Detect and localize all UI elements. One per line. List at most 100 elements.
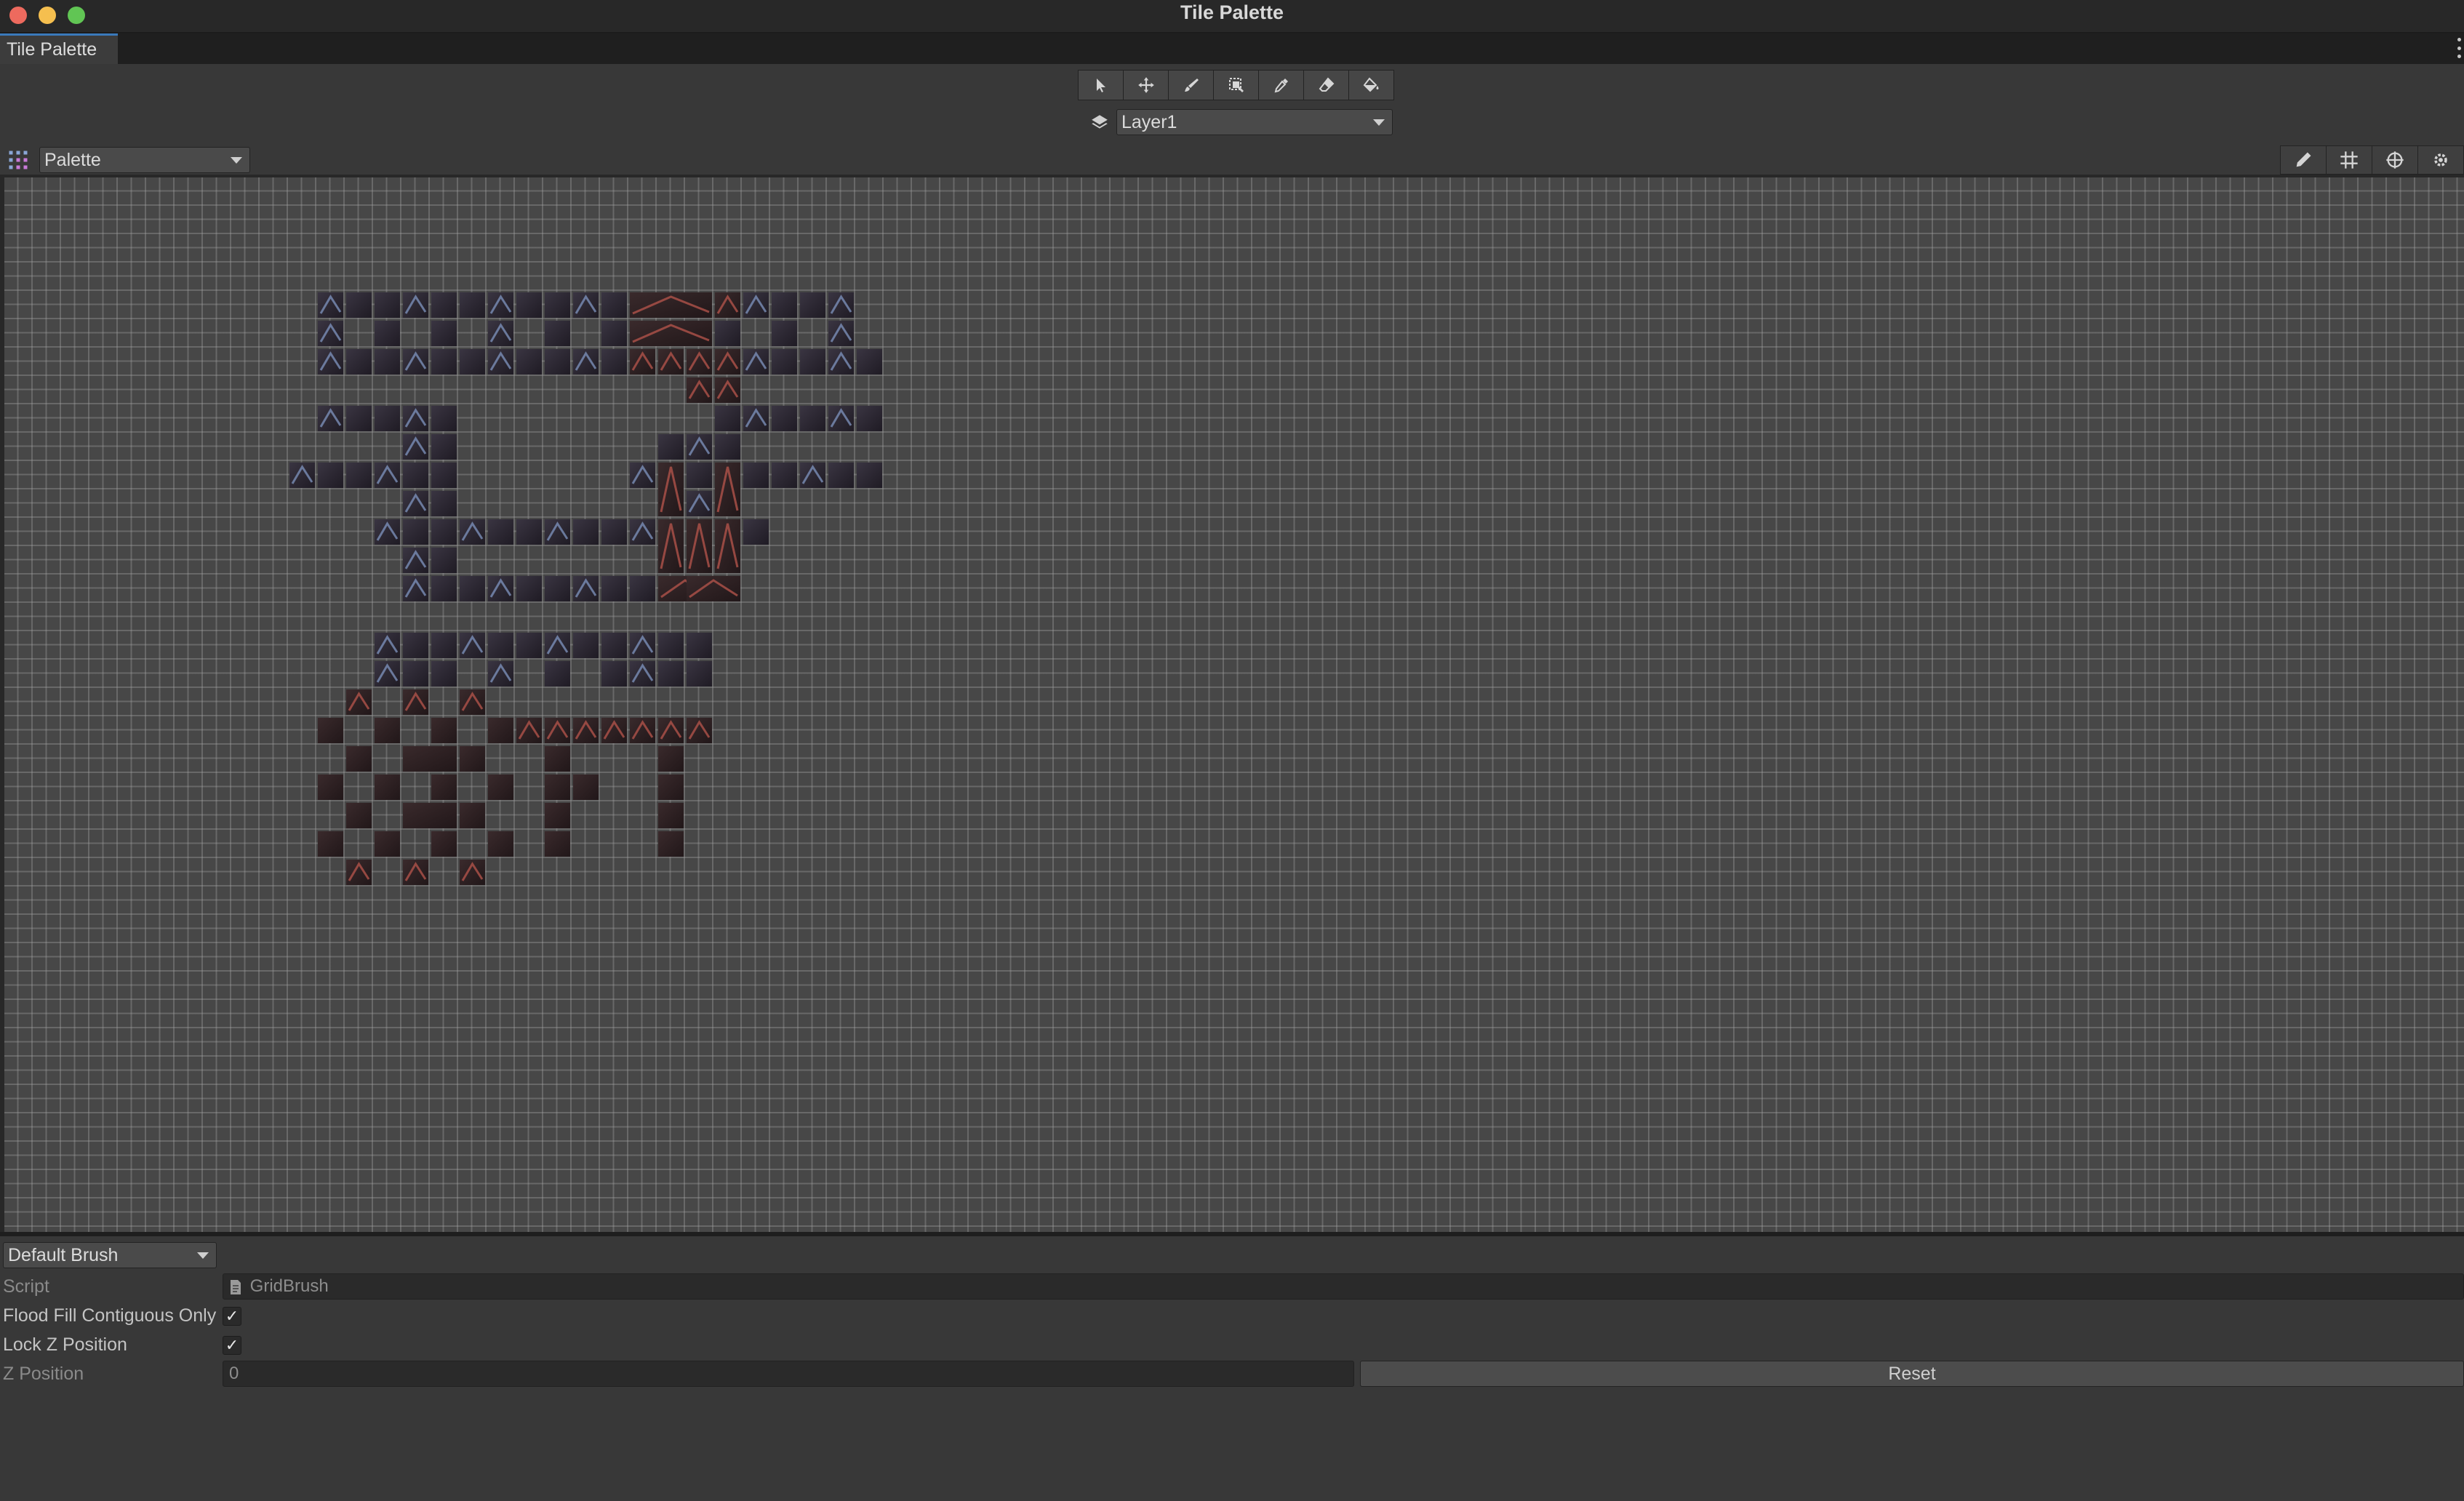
rust-tile[interactable] xyxy=(658,774,684,800)
ice-tile[interactable] xyxy=(800,406,825,431)
rust-tile[interactable] xyxy=(545,774,570,800)
rust-tile[interactable] xyxy=(318,831,343,857)
ice-tile[interactable] xyxy=(857,463,882,488)
ice-tile[interactable] xyxy=(346,406,372,431)
rust-tile[interactable] xyxy=(431,831,457,857)
ice-tile[interactable] xyxy=(431,406,457,431)
ice-tile[interactable] xyxy=(516,349,542,375)
paint-tool-button[interactable] xyxy=(1168,70,1214,100)
ice-tile[interactable] xyxy=(545,661,570,687)
ice-tile[interactable] xyxy=(431,491,457,516)
select-tool-button[interactable] xyxy=(1078,70,1124,100)
ice-tile[interactable] xyxy=(403,633,428,658)
ice-tile[interactable] xyxy=(601,633,627,658)
ice-tile[interactable] xyxy=(431,434,457,460)
rust-tile[interactable] xyxy=(375,718,400,743)
ice-tile[interactable] xyxy=(318,463,343,488)
ice-tile[interactable] xyxy=(601,576,627,601)
rust-tile[interactable] xyxy=(658,746,684,772)
ice-tile[interactable] xyxy=(403,519,428,545)
ice-tile[interactable] xyxy=(715,406,740,431)
flood-fill-checkbox[interactable]: ✓ xyxy=(223,1307,241,1326)
ice-tile[interactable] xyxy=(857,349,882,375)
erase-tool-button[interactable] xyxy=(1303,70,1349,100)
toggle-gizmos-button[interactable] xyxy=(2372,145,2418,175)
ice-tile[interactable] xyxy=(687,633,712,658)
ice-tile[interactable] xyxy=(346,349,372,375)
box-fill-tool-button[interactable] xyxy=(1213,70,1259,100)
ice-tile[interactable] xyxy=(687,661,712,687)
palette-settings-button[interactable] xyxy=(2417,145,2464,175)
ice-tile[interactable] xyxy=(687,463,712,488)
lock-z-checkbox[interactable]: ✓ xyxy=(223,1336,241,1355)
ice-tile[interactable] xyxy=(431,576,457,601)
rust-tile[interactable] xyxy=(488,774,513,800)
ice-tile[interactable] xyxy=(715,321,740,346)
ice-tile[interactable] xyxy=(573,519,599,545)
ice-tile[interactable] xyxy=(601,321,627,346)
brush-dropdown[interactable]: Default Brush xyxy=(3,1242,217,1268)
more-options-icon[interactable] xyxy=(2455,38,2463,58)
ice-tile[interactable] xyxy=(346,292,372,318)
rust-tile[interactable] xyxy=(460,803,485,828)
ice-tile[interactable] xyxy=(800,349,825,375)
ice-tile[interactable] xyxy=(743,463,769,488)
rust-tile[interactable] xyxy=(346,746,372,772)
ice-tile[interactable] xyxy=(772,463,797,488)
ice-tile[interactable] xyxy=(431,321,457,346)
rust-tile[interactable] xyxy=(545,831,570,857)
edit-palette-button[interactable] xyxy=(2280,145,2327,175)
rust-tile[interactable] xyxy=(318,774,343,800)
toggle-grid-button[interactable] xyxy=(2326,145,2372,175)
ice-tile[interactable] xyxy=(658,633,684,658)
rust-tile[interactable] xyxy=(403,746,457,772)
palette-dropdown[interactable]: Palette xyxy=(39,147,250,173)
ice-tile[interactable] xyxy=(772,321,797,346)
ice-tile[interactable] xyxy=(488,633,513,658)
ice-tile[interactable] xyxy=(601,519,627,545)
ice-tile[interactable] xyxy=(516,633,542,658)
ice-tile[interactable] xyxy=(375,292,400,318)
ice-tile[interactable] xyxy=(375,406,400,431)
ice-tile[interactable] xyxy=(431,349,457,375)
reset-button[interactable]: Reset xyxy=(1360,1361,2464,1387)
ice-tile[interactable] xyxy=(658,661,684,687)
ice-tile[interactable] xyxy=(573,633,599,658)
ice-tile[interactable] xyxy=(772,292,797,318)
rust-tile[interactable] xyxy=(488,718,513,743)
pick-tool-button[interactable] xyxy=(1258,70,1304,100)
ice-tile[interactable] xyxy=(431,519,457,545)
rust-tile[interactable] xyxy=(573,774,599,800)
ice-tile[interactable] xyxy=(460,576,485,601)
rust-tile[interactable] xyxy=(658,803,684,828)
ice-tile[interactable] xyxy=(658,434,684,460)
ice-tile[interactable] xyxy=(403,463,428,488)
ice-tile[interactable] xyxy=(545,321,570,346)
rust-tile[interactable] xyxy=(375,831,400,857)
ice-tile[interactable] xyxy=(403,661,428,687)
rust-tile[interactable] xyxy=(545,803,570,828)
tile-palette-canvas[interactable] xyxy=(4,177,2464,1232)
rust-tile[interactable] xyxy=(431,774,457,800)
ice-tile[interactable] xyxy=(460,349,485,375)
rust-tile[interactable] xyxy=(460,746,485,772)
ice-tile[interactable] xyxy=(601,292,627,318)
tab-tile-palette[interactable]: Tile Palette xyxy=(0,33,118,64)
rust-tile[interactable] xyxy=(346,803,372,828)
rust-tile[interactable] xyxy=(488,831,513,857)
ice-tile[interactable] xyxy=(375,321,400,346)
ice-tile[interactable] xyxy=(516,519,542,545)
rust-tile[interactable] xyxy=(375,774,400,800)
rust-tile[interactable] xyxy=(318,718,343,743)
ice-tile[interactable] xyxy=(828,463,854,488)
ice-tile[interactable] xyxy=(346,463,372,488)
ice-tile[interactable] xyxy=(488,519,513,545)
rust-tile[interactable] xyxy=(545,746,570,772)
ice-tile[interactable] xyxy=(715,434,740,460)
ice-tile[interactable] xyxy=(857,406,882,431)
ice-tile[interactable] xyxy=(431,661,457,687)
ice-tile[interactable] xyxy=(601,349,627,375)
ice-tile[interactable] xyxy=(772,406,797,431)
ice-tile[interactable] xyxy=(601,661,627,687)
move-tool-button[interactable] xyxy=(1123,70,1169,100)
